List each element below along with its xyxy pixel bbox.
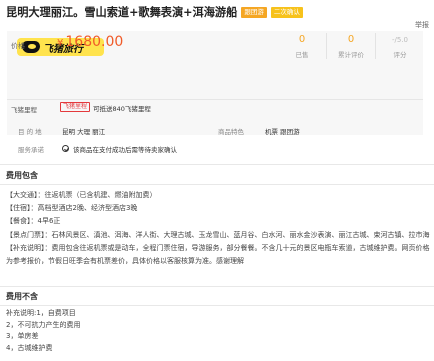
features-label: 商品特色: [218, 128, 244, 136]
fee-include-line: 【住宿】：高档型酒店2晚、经济型酒店3晚: [6, 204, 138, 213]
stat-rating: -/5.0 评分: [375, 33, 424, 59]
mileage-text: 可抵送840飞猪里程: [93, 105, 151, 113]
stats-group: 0 已售 0 累计评价 -/5.0 评分: [278, 33, 424, 59]
stat-reviews-label: 累计评价: [338, 51, 364, 59]
fee-exclude-line: 3，单房差: [6, 332, 39, 340]
stat-reviews[interactable]: 0 累计评价: [326, 33, 375, 59]
currency-symbol: ¥: [57, 38, 64, 49]
fee-exclude-content: 补充说明:1，自费项目 2，不可抗力产生的费用 3，单房差 4，古城维护费: [6, 308, 430, 354]
destination-label: 目 的 地: [18, 128, 42, 136]
fee-include-line: 【大交通】：往返机票（已含机建、燃油附加费）: [6, 191, 157, 199]
service-label: 服务承诺: [18, 146, 44, 154]
destination-value: 昆明 大理 丽江: [62, 128, 106, 136]
title-row: 昆明大理丽江。雪山索道+歌舞表演+洱海游船 跟团游 二次确认: [6, 3, 430, 21]
fee-exclude-line: 2，不可抗力产生的费用: [6, 320, 81, 329]
tag-confirm: 二次确认: [270, 6, 303, 18]
stat-rating-value: -/5.0: [391, 36, 409, 44]
check-circle-icon: [62, 145, 69, 152]
stat-sold-value: 0: [298, 34, 306, 45]
product-title: 昆明大理丽江。雪山索道+歌舞表演+洱海游船: [6, 6, 238, 19]
price-label: 价格: [11, 42, 25, 50]
stat-reviews-value: 0: [347, 34, 355, 45]
fee-include-line: 【景点门票】：石林风景区、滇池、洱海、洋人街、大理古城、玉龙雪山、蓝月谷、白水河…: [6, 230, 430, 239]
report-link[interactable]: 举报: [415, 20, 429, 30]
price-amount: 1680.00: [65, 34, 124, 50]
stat-rating-label: 评分: [393, 51, 407, 59]
section-divider: [0, 184, 434, 185]
stat-sold-label: 已售: [295, 51, 309, 59]
fee-include-line: 【餐食】：4早6正: [6, 217, 61, 226]
section-divider: [0, 286, 434, 287]
mileage-label: 飞猪里程: [11, 106, 37, 114]
fee-include-title: 费用包含: [6, 171, 38, 180]
fee-include-line: 【补充说明】：费用包含往返机票或是动车，全程门票住宿，导游服务，部分餐餐。不含几…: [6, 243, 430, 266]
fee-exclude-line: 补充说明:1，自费项目: [6, 309, 76, 317]
mileage-badge: 飞猪里程: [60, 102, 91, 112]
section-divider: [0, 164, 434, 165]
tag-group-tour: 跟团游: [241, 6, 267, 18]
fee-exclude-title: 费用不含: [6, 292, 38, 301]
section-divider: [0, 305, 434, 306]
stat-sold: 0 已售: [278, 33, 326, 59]
price-value: ¥1680.00: [57, 34, 123, 50]
features-value: 机票 跟团游: [265, 128, 300, 136]
fee-exclude-line: 4，古城维护费: [6, 343, 53, 352]
service-value: 该商品在支付成功后需等待卖家确认: [73, 146, 177, 154]
fee-include-content: 【大交通】：往返机票（已含机建、燃油附加费） 【住宿】：高档型酒店2晚、经济型酒…: [6, 189, 430, 268]
